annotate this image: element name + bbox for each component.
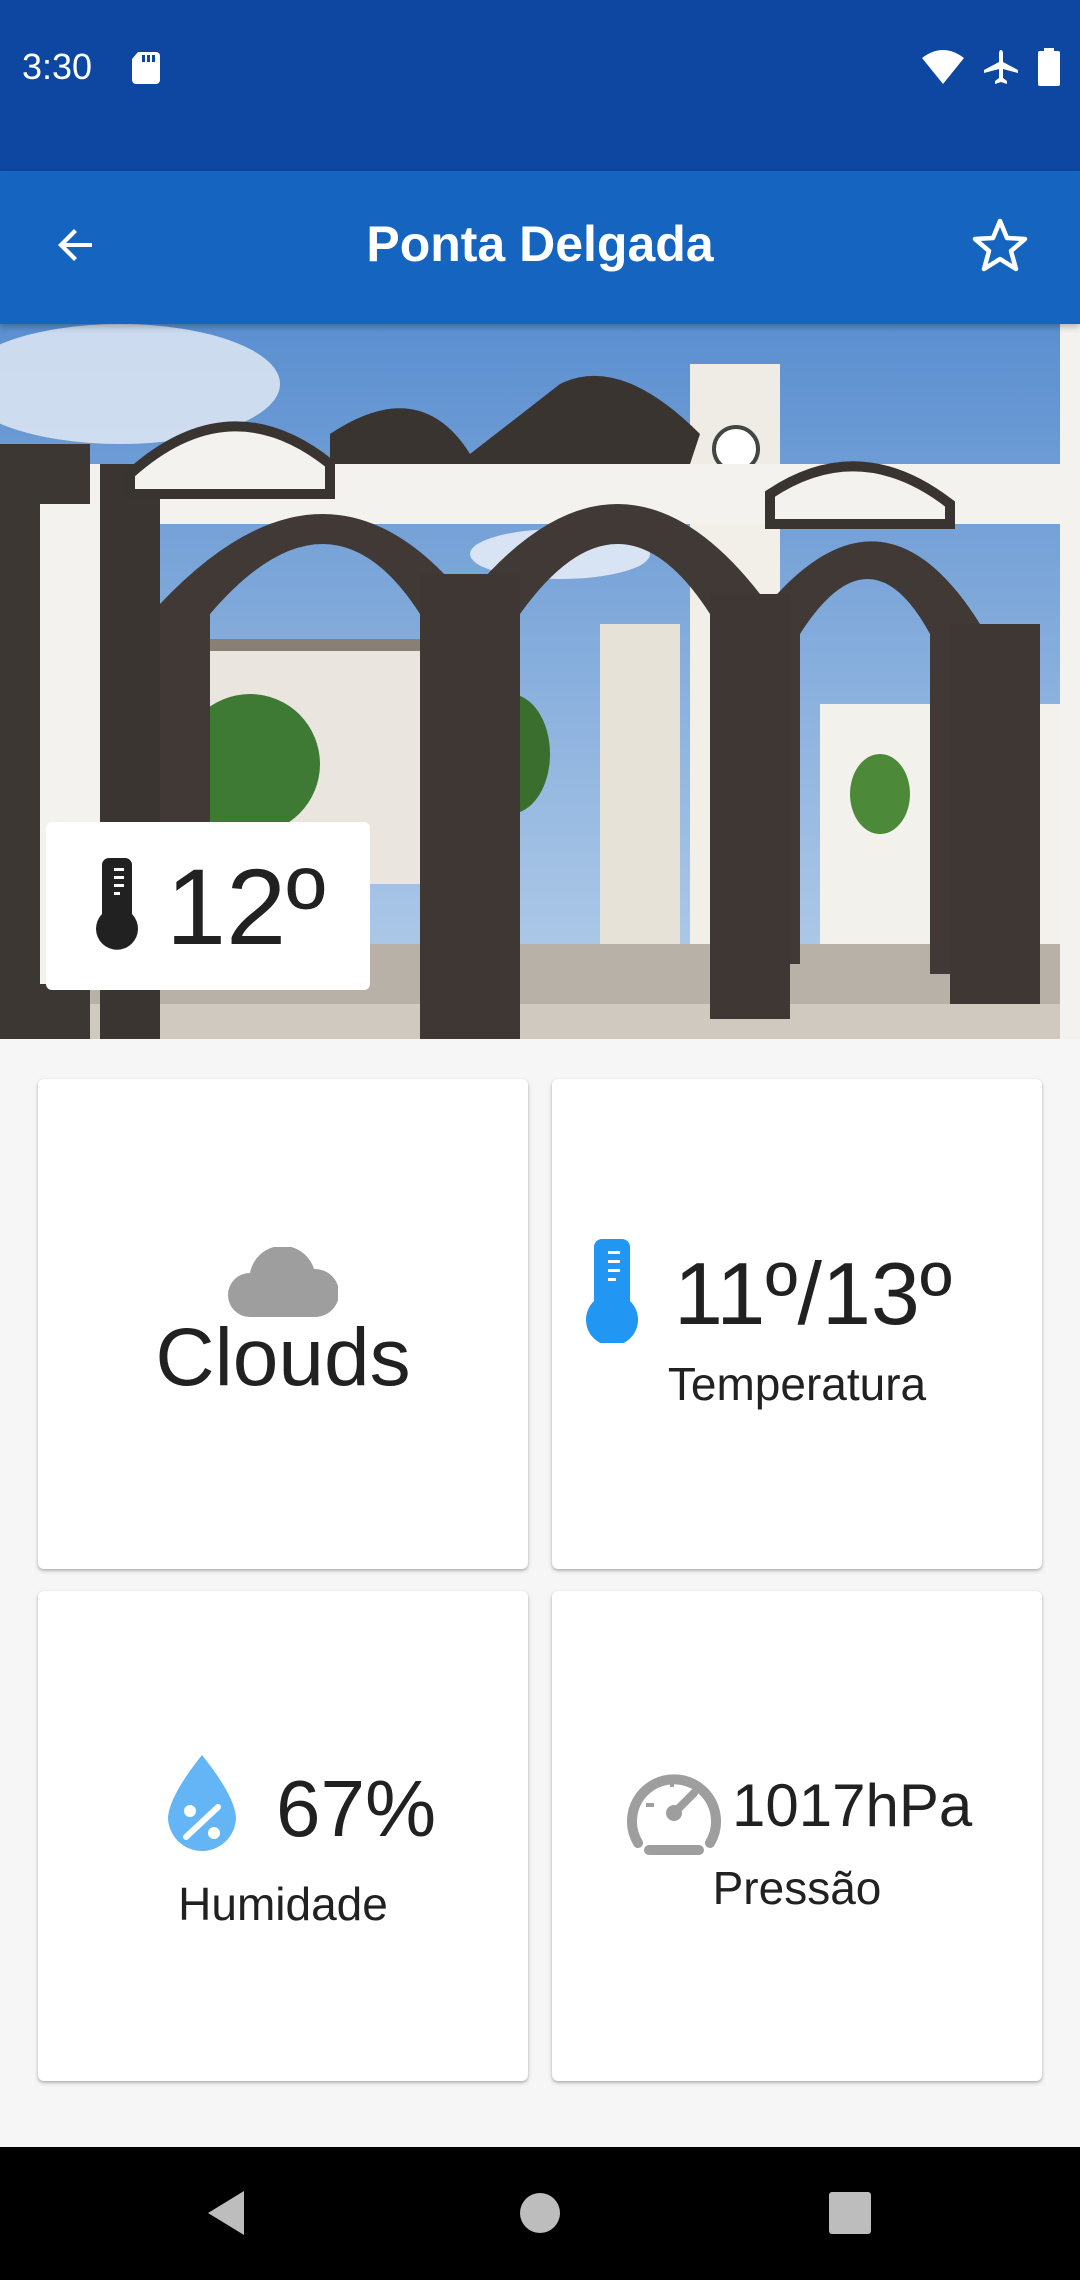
nav-back-icon [204,2189,248,2242]
nav-home-button[interactable] [510,2185,570,2245]
humidity-value: 67% [276,1764,437,1853]
sd-card-icon [132,52,160,84]
battery-icon [1038,48,1060,91]
status-bar: 3:30 [0,0,1080,171]
nav-recents-button[interactable] [820,2185,880,2245]
gauge-icon [626,1763,722,1860]
nav-back-button[interactable] [196,2185,256,2245]
star-outline-icon [971,217,1029,278]
condition-label: Clouds [155,1312,411,1403]
thermometer-icon [584,1239,640,1348]
temperature-range-value: 11º/13º [674,1244,952,1343]
favorite-button[interactable] [960,207,1040,287]
system-navigation-bar [0,2147,1080,2280]
nav-recents-icon [829,2191,871,2239]
wifi-icon [922,50,964,89]
pressure-value: 1017hPa [732,1772,973,1839]
humidity-label: Humidade [178,1878,388,1930]
thermometer-icon [94,857,140,955]
current-temperature-chip: 12º [46,822,370,990]
condition-card: Clouds [38,1079,528,1569]
water-percent-icon [164,1755,240,1858]
airplane-icon [982,48,1020,91]
temperature-range-label: Temperatura [667,1358,927,1410]
temperature-range-card: 11º/13º Temperatura [552,1079,1042,1569]
nav-home-icon [518,2191,562,2240]
status-icons [922,48,1060,91]
current-temperature: 12º [166,845,326,967]
humidity-card: 67% Humidade [38,1591,528,2081]
app-bar: Ponta Delgada [0,171,1080,324]
status-time: 3:30 [22,46,93,87]
page-title: Ponta Delgada [366,216,714,272]
pressure-label: Pressão [712,1862,882,1914]
pressure-card: 1017hPa Pressão [552,1591,1042,2081]
